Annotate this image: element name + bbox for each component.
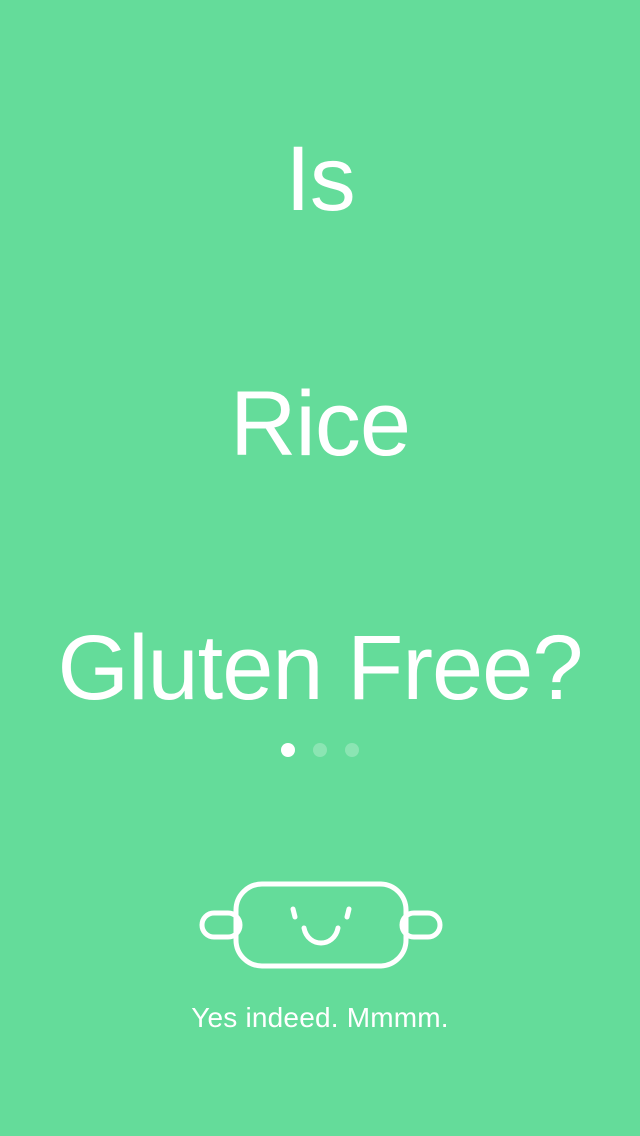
page-indicator[interactable] <box>0 743 640 757</box>
page-dot-1[interactable] <box>281 743 295 757</box>
question-word-is: Is <box>285 128 356 230</box>
rolling-pin-smiley-icon <box>196 878 446 978</box>
question-gluten-free: Gluten Free? <box>57 617 584 719</box>
question-food-name: Rice <box>229 373 411 475</box>
page-dot-3[interactable] <box>345 743 359 757</box>
page-dot-2[interactable] <box>313 743 327 757</box>
answer-caption: Yes indeed. Mmmm. <box>191 1002 449 1033</box>
